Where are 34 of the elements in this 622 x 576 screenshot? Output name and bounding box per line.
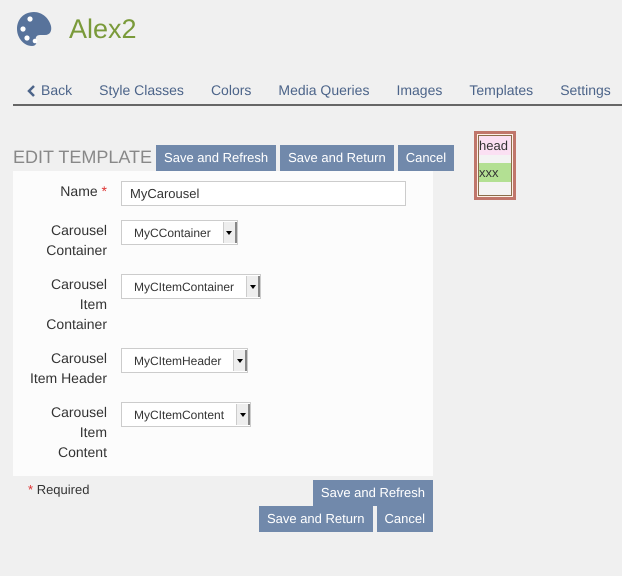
action-button[interactable]: Save and Refresh	[312, 480, 433, 506]
chevron-left-icon	[27, 84, 35, 96]
action-button[interactable]: Save and Return	[258, 506, 373, 532]
nav-link[interactable]: Templates	[469, 80, 534, 101]
field-label: Name *	[59, 182, 107, 201]
palette-icon	[15, 10, 53, 48]
field-label: Carousel Item Header	[28, 349, 107, 388]
field-label: Carousel Container	[45, 221, 107, 260]
field-label: Carousel Item Content	[50, 403, 107, 462]
dropdown-arrow-icon	[236, 358, 243, 362]
dropdown-arrow-icon	[240, 412, 246, 416]
back-link[interactable]: Back	[27, 80, 72, 101]
project-title: Alex2	[69, 12, 137, 46]
select-field[interactable]: MyCItemHeader	[121, 348, 248, 373]
action-button[interactable]: Save and Refresh	[156, 145, 276, 171]
nav-link[interactable]: Settings	[560, 80, 611, 101]
required-note: * Required	[28, 481, 90, 499]
preview-row: xxx	[479, 163, 511, 182]
nav-link[interactable]: Style Classes	[99, 80, 184, 101]
action-button[interactable]: Save and Return	[280, 145, 394, 171]
nav-link[interactable]: Colors	[210, 80, 252, 101]
dropdown-arrow-icon	[226, 230, 232, 234]
name-field[interactable]: MyCarousel	[121, 181, 406, 206]
preview-row: head	[479, 136, 511, 155]
select-field[interactable]: MyCItemContainer	[121, 274, 262, 299]
nav-link[interactable]: Media Queries	[278, 80, 370, 101]
action-button[interactable]: Cancel	[398, 145, 454, 171]
select-field[interactable]: MyCContainer	[121, 220, 238, 245]
nav-link[interactable]: Images	[396, 80, 442, 101]
action-button[interactable]: Cancel	[376, 506, 433, 532]
field-label: Carousel Item Container	[45, 275, 107, 334]
page-heading: EDIT TEMPLATE	[13, 146, 152, 169]
dropdown-arrow-icon	[250, 284, 256, 288]
select-field[interactable]: MyCItemContent	[121, 402, 252, 427]
